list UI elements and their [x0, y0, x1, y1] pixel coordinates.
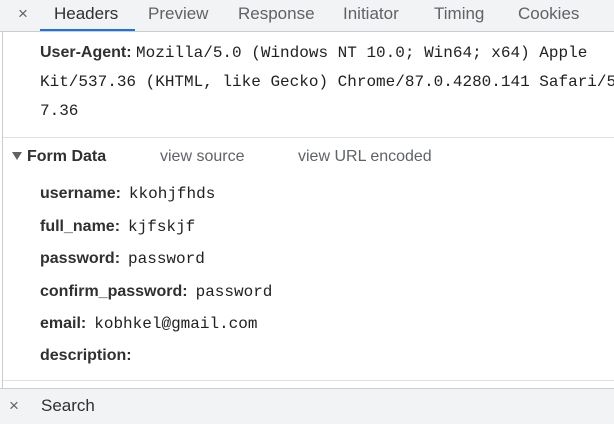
tab-headers[interactable]: Headers [54, 0, 118, 31]
section-divider [3, 380, 614, 381]
tab-timing[interactable]: Timing [434, 0, 484, 31]
user-agent-value-part-2: Kit/537.36 (KHTML, like Gecko) Chrome/87… [40, 72, 614, 91]
active-tab-indicator [40, 29, 135, 31]
field-value: kjfskjf [128, 218, 196, 236]
field-value: kkohjfhds [128, 185, 216, 203]
expand-triangle-icon[interactable] [12, 152, 22, 160]
section-divider [3, 137, 614, 138]
close-icon[interactable]: × [14, 3, 32, 25]
form-field-email: email: kobhkel@gmail.com [40, 313, 257, 335]
user-agent-value-part-1: Mozilla/5.0 (Windows NT 10.0; Win64; x64… [136, 44, 588, 62]
field-key: email: [40, 315, 87, 332]
field-key: username: [40, 185, 121, 202]
form-field-full-name: full_name: kjfskjf [40, 216, 195, 238]
view-url-encoded-link[interactable]: view URL encoded [298, 146, 432, 168]
tab-bar: × Headers Preview Response Initiator Tim… [0, 0, 614, 32]
form-field-password: password: password [40, 248, 205, 270]
view-source-link[interactable]: view source [160, 146, 244, 168]
form-field-confirm-password: confirm_password: password [40, 281, 272, 303]
form-data-title: Form Data [27, 148, 107, 165]
field-value: password [128, 250, 205, 268]
form-field-description: description: [40, 345, 140, 367]
field-value: password [195, 283, 273, 301]
form-field-username: username: kkohjfhds [40, 183, 215, 205]
user-agent-value-part-3: 7.36 [40, 102, 79, 120]
form-data-header[interactable]: Form Data view source view URL encoded [12, 146, 432, 168]
field-key: full_name: [40, 218, 121, 235]
field-key: confirm_password: [40, 283, 188, 300]
tab-preview[interactable]: Preview [148, 0, 208, 31]
drawer-tab-search[interactable]: Search [41, 395, 95, 417]
user-agent-header: User-Agent: Mozilla/5.0 (Windows NT 10.0… [40, 38, 614, 127]
panel-left-border [2, 32, 3, 388]
bottom-drawer: × Search [0, 388, 614, 424]
user-agent-key: User-Agent: [40, 44, 132, 61]
tab-initiator[interactable]: Initiator [343, 0, 399, 31]
tab-response[interactable]: Response [238, 0, 315, 31]
user-agent-line-1: User-Agent: Mozilla/5.0 (Windows NT 10.0… [40, 38, 614, 68]
field-key: description: [40, 347, 132, 364]
field-key: password: [40, 250, 121, 267]
drawer-close-icon[interactable]: × [5, 395, 23, 417]
tab-cookies[interactable]: Cookies [518, 0, 579, 31]
field-value: kobhkel@gmail.com [94, 315, 258, 333]
